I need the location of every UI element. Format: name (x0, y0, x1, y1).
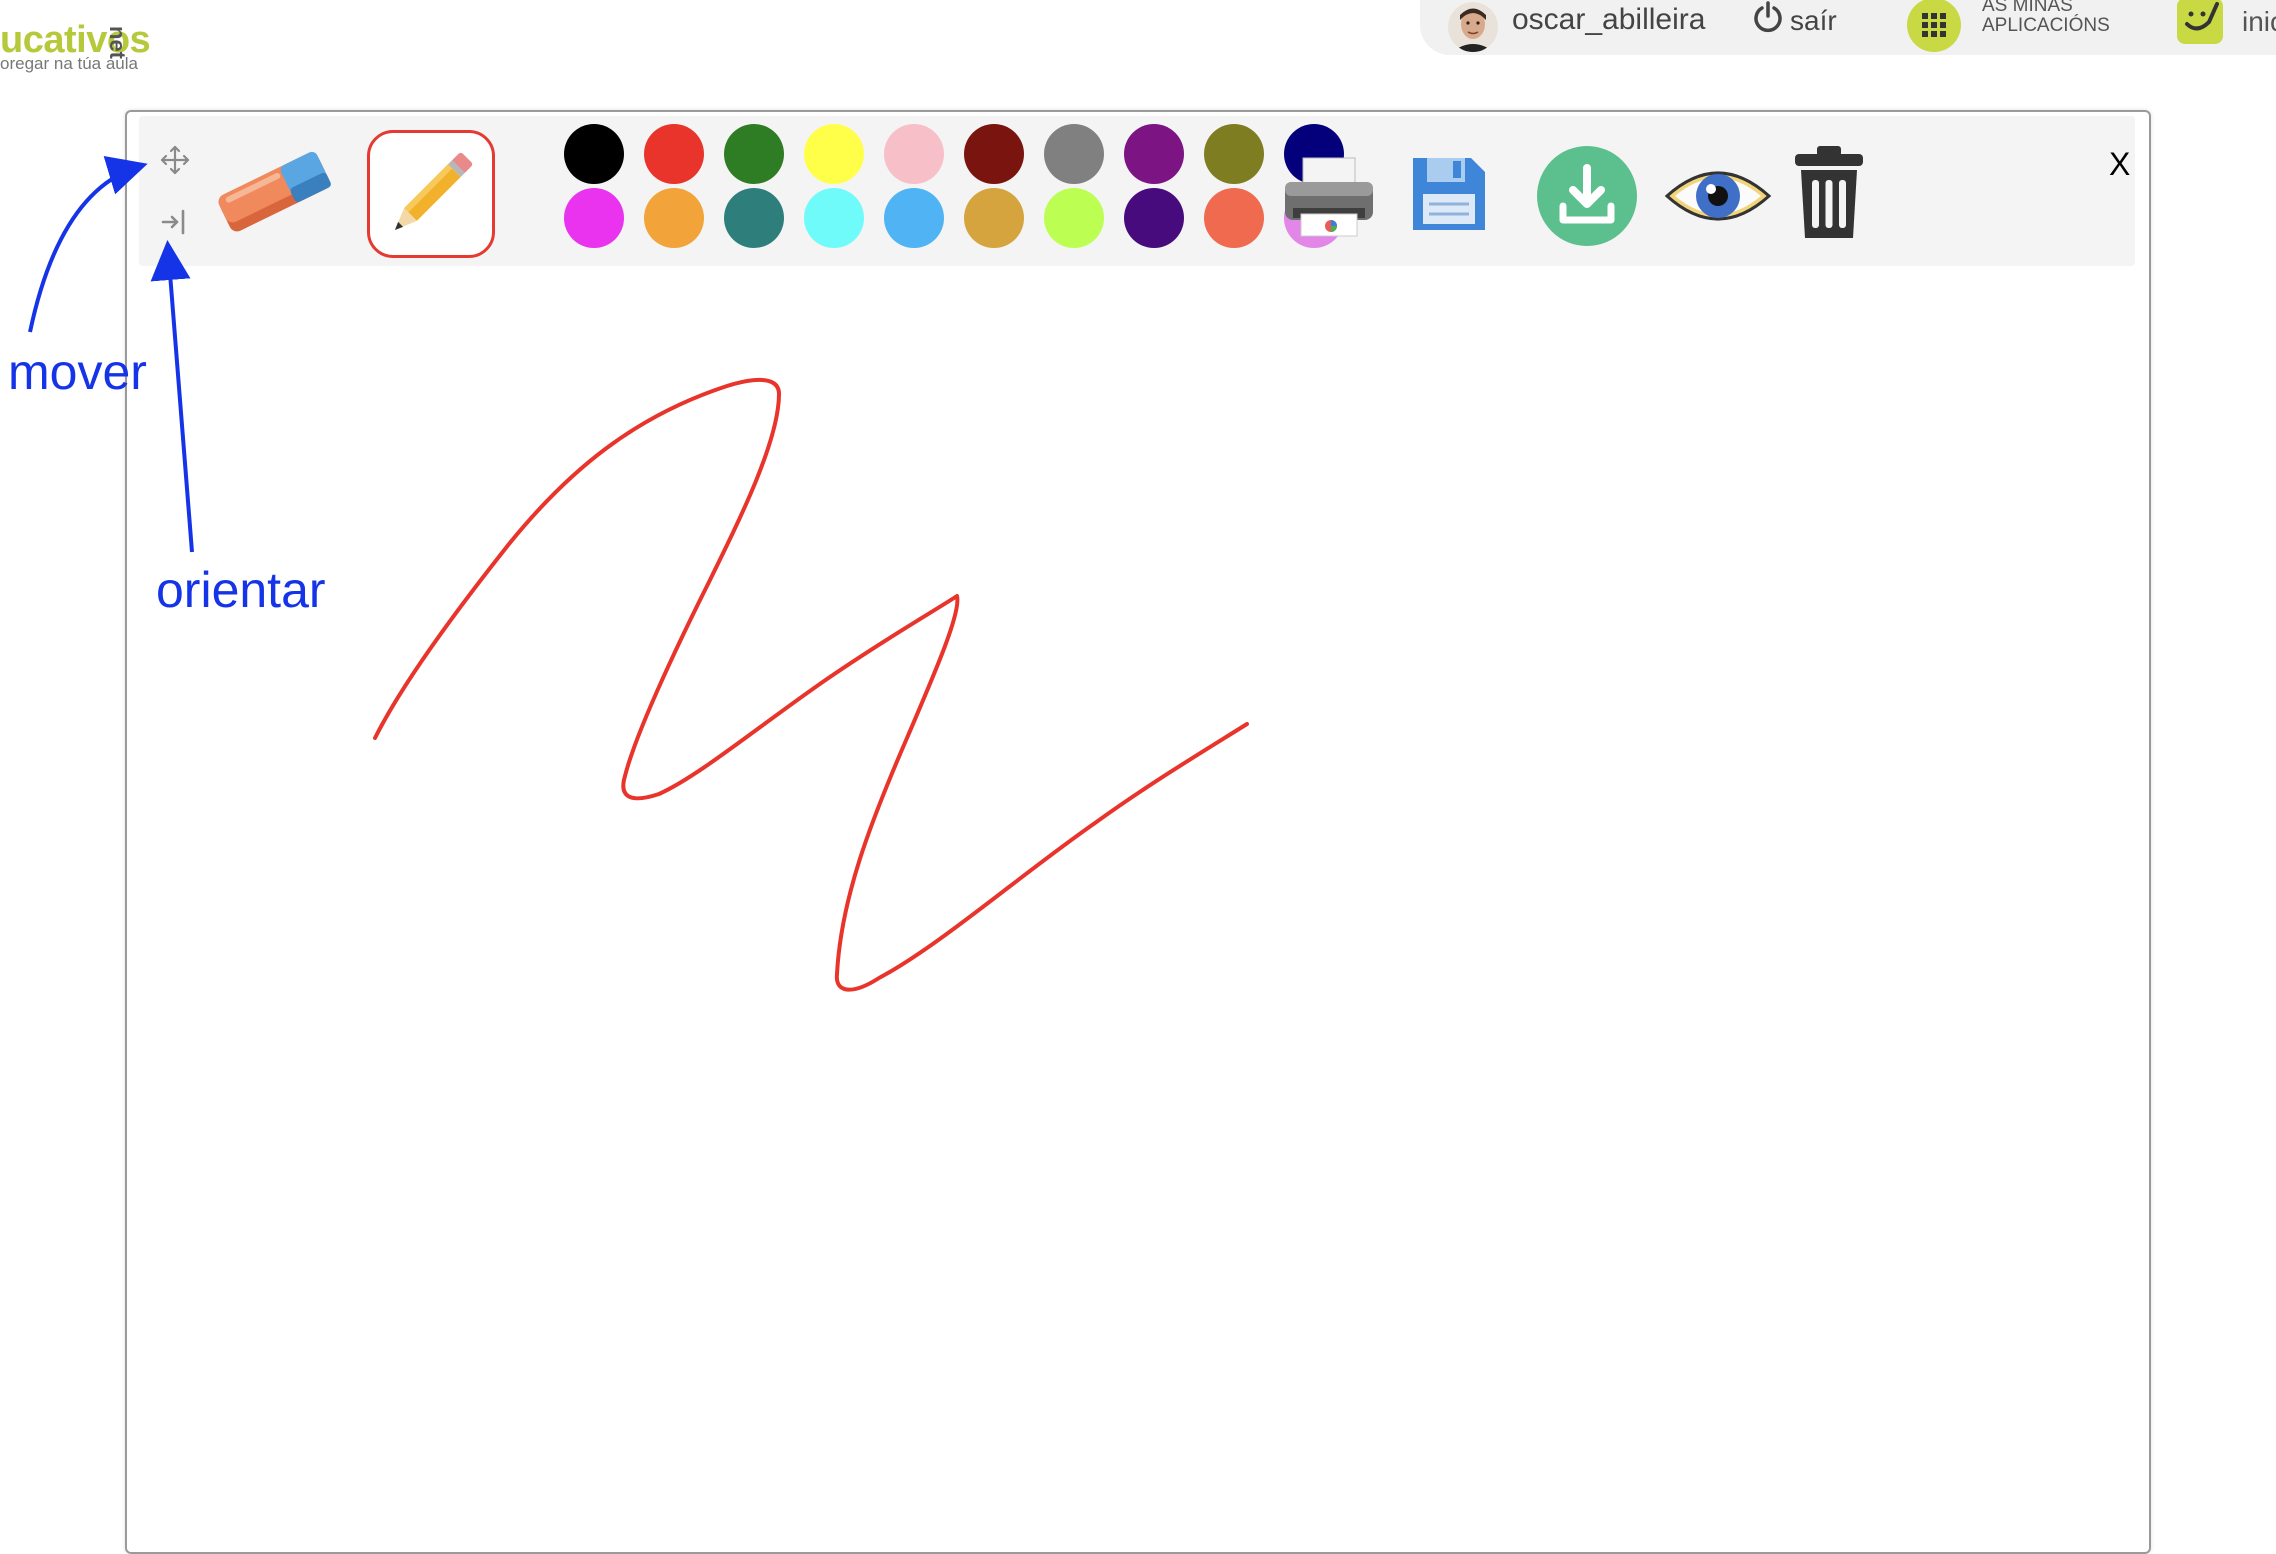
orient-annotation-arrow (150, 240, 194, 553)
move-annotation-arrow (28, 156, 148, 333)
annotation-orientar: orientar (156, 562, 326, 618)
annotation-mover: mover (8, 344, 147, 400)
annotation-arrows (28, 156, 194, 553)
